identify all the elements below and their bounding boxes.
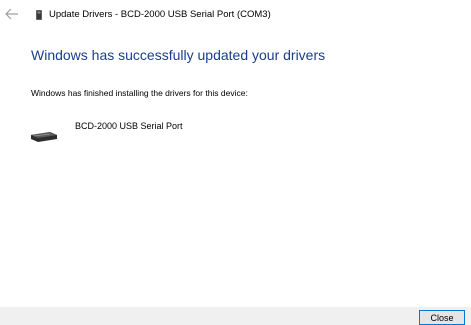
device-icon: [36, 10, 42, 20]
close-button[interactable]: Close: [419, 310, 465, 325]
title-bar: Update Drivers - BCD-2000 USB Serial Por…: [0, 0, 471, 30]
device-name: BCD-2000 USB Serial Port: [75, 121, 183, 131]
back-arrow-icon[interactable]: [5, 8, 19, 20]
window-title: Update Drivers - BCD-2000 USB Serial Por…: [49, 9, 271, 20]
page-heading: Windows has successfully updated your dr…: [31, 47, 326, 63]
footer-bar: Close: [0, 307, 471, 325]
device-item: BCD-2000 USB Serial Port: [30, 120, 450, 150]
install-message: Windows has finished installing the driv…: [31, 88, 248, 98]
usb-serial-device-icon: [31, 132, 57, 142]
